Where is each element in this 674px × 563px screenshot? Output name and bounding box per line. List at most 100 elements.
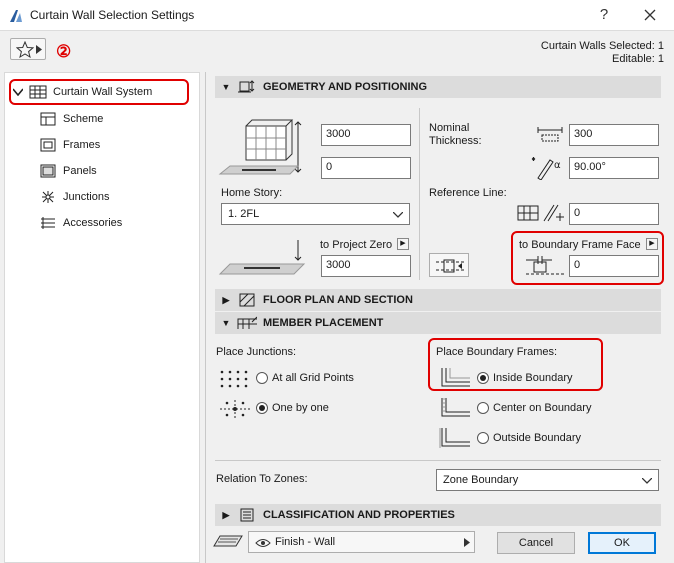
tree-item-junctions[interactable]: Junctions [39,187,109,207]
wall-height-diagram [218,119,302,175]
option-label: Outside Boundary [493,432,582,444]
close-icon [644,9,656,21]
boundary-frame-face-label: to Boundary Frame Face [519,239,641,251]
expand-icon: ▶ [222,294,230,305]
option-label: Center on Boundary [493,402,592,414]
view-settings-icon [213,535,243,547]
place-junctions-label: Place Junctions: [216,346,297,358]
home-story-label: Home Story: [221,187,283,199]
collapse-icon: ▼ [221,82,231,92]
section-title: MEMBER PLACEMENT [263,317,384,329]
home-story-value: 1. 2FL [228,208,260,220]
tree-item-scheme[interactable]: Scheme [39,109,103,129]
radio-button[interactable] [256,372,268,384]
flip-reference-button[interactable] [429,253,469,277]
ok-button[interactable]: OK [588,532,656,554]
tree-item-frames[interactable]: Frames [39,135,100,155]
angle-field[interactable]: 90.00° [569,157,659,179]
chevron-right-icon [464,538,470,547]
tree-root-label: Curtain Wall System [53,86,153,98]
star-icon [16,41,34,58]
panels-icon [40,164,56,178]
chevron-down-icon [13,88,23,96]
option-label: One by one [272,402,329,414]
scheme-icon [40,112,56,126]
home-story-dropdown[interactable]: 1. 2FL [221,203,410,225]
slant-angle-icon: α [531,157,561,180]
boundary-option-inside[interactable]: Inside Boundary [477,372,573,384]
base-offset-field[interactable]: 0 [321,157,411,179]
boundary-option-outside[interactable]: Outside Boundary [477,432,581,444]
annotation-number: ② [56,42,72,61]
section-floor-plan-header[interactable]: ▶ FLOOR PLAN AND SECTION [215,289,661,311]
to-project-zero-label: to Project Zero [320,239,393,251]
project-zero-menu-button[interactable]: ▶ [397,238,409,250]
section-divider [215,460,661,461]
thickness-field[interactable]: 300 [569,124,659,146]
collapse-icon: ▼ [221,318,231,328]
flip-icon [436,259,464,273]
option-label: Inside Boundary [493,372,573,384]
chevron-down-icon [393,212,403,218]
boundary-option-center[interactable]: Center on Boundary [477,402,591,414]
editable-count: Editable: 1 [612,53,664,65]
relation-to-zones-dropdown[interactable]: Zone Boundary [436,469,659,491]
project-zero-diagram [218,240,306,275]
boundary-face-menu-button[interactable]: ▶ [646,238,658,250]
selected-count: Curtain Walls Selected: 1 [540,40,664,52]
cancel-button[interactable]: Cancel [497,532,575,554]
height-field[interactable]: 3000 [321,124,411,146]
junctions-icon [42,191,54,203]
section-member-placement-header[interactable]: ▼ MEMBER PLACEMENT [215,312,661,334]
curtain-wall-icon [29,85,47,99]
relation-to-zones-label: Relation To Zones: [216,473,308,485]
tree-item-label: Scheme [63,113,104,125]
eye-icon [255,539,271,547]
radio-button[interactable] [477,372,489,384]
section-title: CLASSIFICATION AND PROPERTIES [263,509,455,521]
center-boundary-icon [441,398,470,417]
classification-icon [240,508,254,522]
boundary-face-field[interactable]: 0 [569,255,659,277]
all-grid-points-icon [220,370,248,388]
model-view-dropdown[interactable]: Finish - Wall [248,531,475,553]
tree-item-label: Panels [63,165,97,177]
radio-button[interactable] [477,402,489,414]
geometry-icon [238,80,255,93]
title-bar: Curtain Wall Selection Settings ? [0,0,674,30]
section-classification-header[interactable]: ▶ CLASSIFICATION AND PROPERTIES [215,504,661,526]
tree-item-label: Accessories [63,217,123,229]
option-label: At all Grid Points [272,372,354,384]
member-placement-icon [237,316,257,329]
project-zero-field[interactable]: 3000 [321,255,411,277]
one-by-one-icon [220,400,250,418]
chevron-right-icon [36,45,42,54]
junction-option-all-grid-points[interactable]: At all Grid Points [256,372,354,384]
view-value: Finish - Wall [275,536,336,548]
section-title: FLOOR PLAN AND SECTION [263,294,413,306]
frames-icon [40,138,56,152]
tree-item-label: Frames [63,139,101,151]
help-button[interactable]: ? [592,4,616,26]
tree-item-accessories[interactable]: Accessories [39,213,122,233]
tree-item-panels[interactable]: Panels [39,161,97,181]
nominal-thickness-label: Nominal Thickness: [429,122,482,147]
panel-divider [205,72,206,563]
inside-boundary-icon [441,368,470,387]
place-boundary-frames-label: Place Boundary Frames: [436,346,558,358]
geometry-divider [419,108,420,280]
section-geometry-header[interactable]: ▼ GEOMETRY AND POSITIONING [215,76,661,98]
favorites-button[interactable] [10,38,46,60]
svg-text:α: α [554,160,561,171]
radio-button[interactable] [256,402,268,414]
close-button[interactable] [638,4,662,26]
tree-root-curtain-wall-system[interactable]: Curtain Wall System [13,82,187,102]
junction-option-one-by-one[interactable]: One by one [256,402,329,414]
app-icon [10,10,22,22]
reference-line-icon [517,204,564,222]
radio-button[interactable] [477,432,489,444]
reference-offset-field[interactable]: 0 [569,203,659,225]
expand-icon: ▶ [222,509,230,520]
reference-line-label: Reference Line: [429,187,507,199]
section-title: GEOMETRY AND POSITIONING [263,81,427,93]
